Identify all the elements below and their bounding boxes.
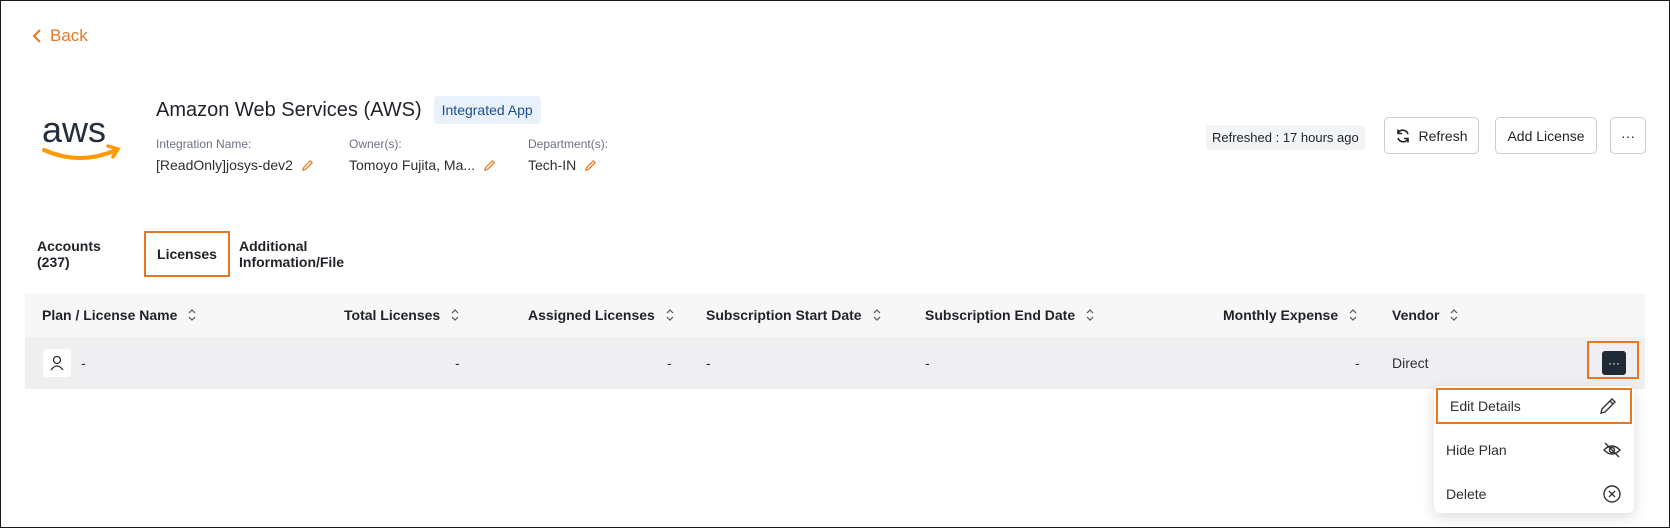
department-field: Department(s): Tech-IN (528, 137, 608, 173)
table-row[interactable]: - - - - - - Direct (25, 337, 1645, 389)
edit-integration-icon[interactable] (301, 159, 314, 172)
add-license-button[interactable]: Add License (1495, 117, 1597, 154)
edit-owner-icon[interactable] (483, 159, 496, 172)
user-icon (43, 349, 71, 377)
pencil-icon (1600, 398, 1616, 414)
table-header: Plan / License Name Total Licenses Assig… (25, 293, 1645, 337)
tab-accounts[interactable]: Accounts (237) (37, 231, 101, 277)
cell-vendor: Direct (1392, 355, 1429, 371)
eye-off-icon (1603, 442, 1621, 458)
sort-icon (188, 309, 196, 321)
refresh-label: Refresh (1418, 127, 1468, 144)
integration-name-label: Integration Name: (156, 137, 252, 151)
col-plan-name[interactable]: Plan / License Name (42, 293, 197, 337)
aws-logo: aws (42, 109, 121, 160)
col-monthly-expense[interactable]: Monthly Expense (1223, 293, 1358, 337)
department-value: Tech-IN (528, 157, 577, 173)
integration-name-value: [ReadOnly]josys-dev2 (156, 157, 293, 173)
col-assigned-licenses[interactable]: Assigned Licenses (528, 293, 675, 337)
svg-text:aws: aws (42, 109, 106, 150)
sort-icon (451, 309, 459, 321)
tab-additional-information[interactable]: Additional Information/File (239, 231, 344, 277)
menu-item-label: Edit Details (1450, 398, 1521, 414)
app-header: Amazon Web Services (AWS) Integrated App (156, 96, 541, 124)
x-circle-icon (1603, 485, 1621, 503)
refreshed-status: Refreshed : 17 hours ago (1206, 125, 1365, 150)
cell-subscription-start: - (706, 355, 711, 371)
col-vendor[interactable]: Vendor (1392, 293, 1459, 337)
edit-department-icon[interactable] (584, 159, 597, 172)
row-actions-menu: Edit Details Hide Plan Delete (1434, 386, 1634, 513)
sort-icon (873, 309, 881, 321)
sort-icon (666, 309, 674, 321)
owner-label: Owner(s): (349, 137, 402, 151)
owner-field: Owner(s): Tomoyo Fujita, Ma... (349, 137, 496, 173)
menu-item-label: Delete (1446, 486, 1487, 502)
menu-item-delete[interactable]: Delete (1434, 476, 1634, 512)
add-license-label: Add License (1507, 127, 1585, 144)
cell-total-licenses: - (455, 355, 460, 371)
more-icon: ··· (1621, 127, 1635, 144)
cell-assigned-licenses: - (667, 355, 672, 371)
integration-name-field: Integration Name: [ReadOnly]josys-dev2 (156, 137, 314, 173)
col-subscription-end[interactable]: Subscription End Date (925, 293, 1095, 337)
back-link[interactable]: Back (32, 26, 88, 46)
col-subscription-start[interactable]: Subscription Start Date (706, 293, 882, 337)
cell-monthly-expense: - (1355, 355, 1360, 371)
row-actions-button[interactable]: ··· (1602, 351, 1626, 375)
refresh-button[interactable]: Refresh (1384, 117, 1479, 154)
cell-subscription-end: - (925, 355, 930, 371)
cell-plan-name: - (81, 355, 86, 371)
sort-icon (1451, 309, 1458, 321)
menu-item-label: Hide Plan (1446, 442, 1507, 458)
col-total-licenses[interactable]: Total Licenses (344, 293, 460, 337)
menu-item-edit-details[interactable]: Edit Details (1436, 388, 1632, 424)
back-label: Back (50, 26, 88, 45)
tab-licenses[interactable]: Licenses (144, 231, 230, 277)
chevron-left-icon (32, 29, 41, 43)
app-title: Amazon Web Services (AWS) (156, 98, 422, 121)
refresh-icon (1397, 128, 1410, 143)
owner-value: Tomoyo Fujita, Ma... (349, 157, 476, 173)
sort-icon (1349, 309, 1357, 321)
sort-icon (1086, 309, 1094, 321)
menu-item-hide-plan[interactable]: Hide Plan (1434, 432, 1634, 468)
integrated-badge: Integrated App (433, 96, 541, 124)
department-label: Department(s): (528, 137, 609, 151)
more-options-button[interactable]: ··· (1610, 117, 1646, 154)
